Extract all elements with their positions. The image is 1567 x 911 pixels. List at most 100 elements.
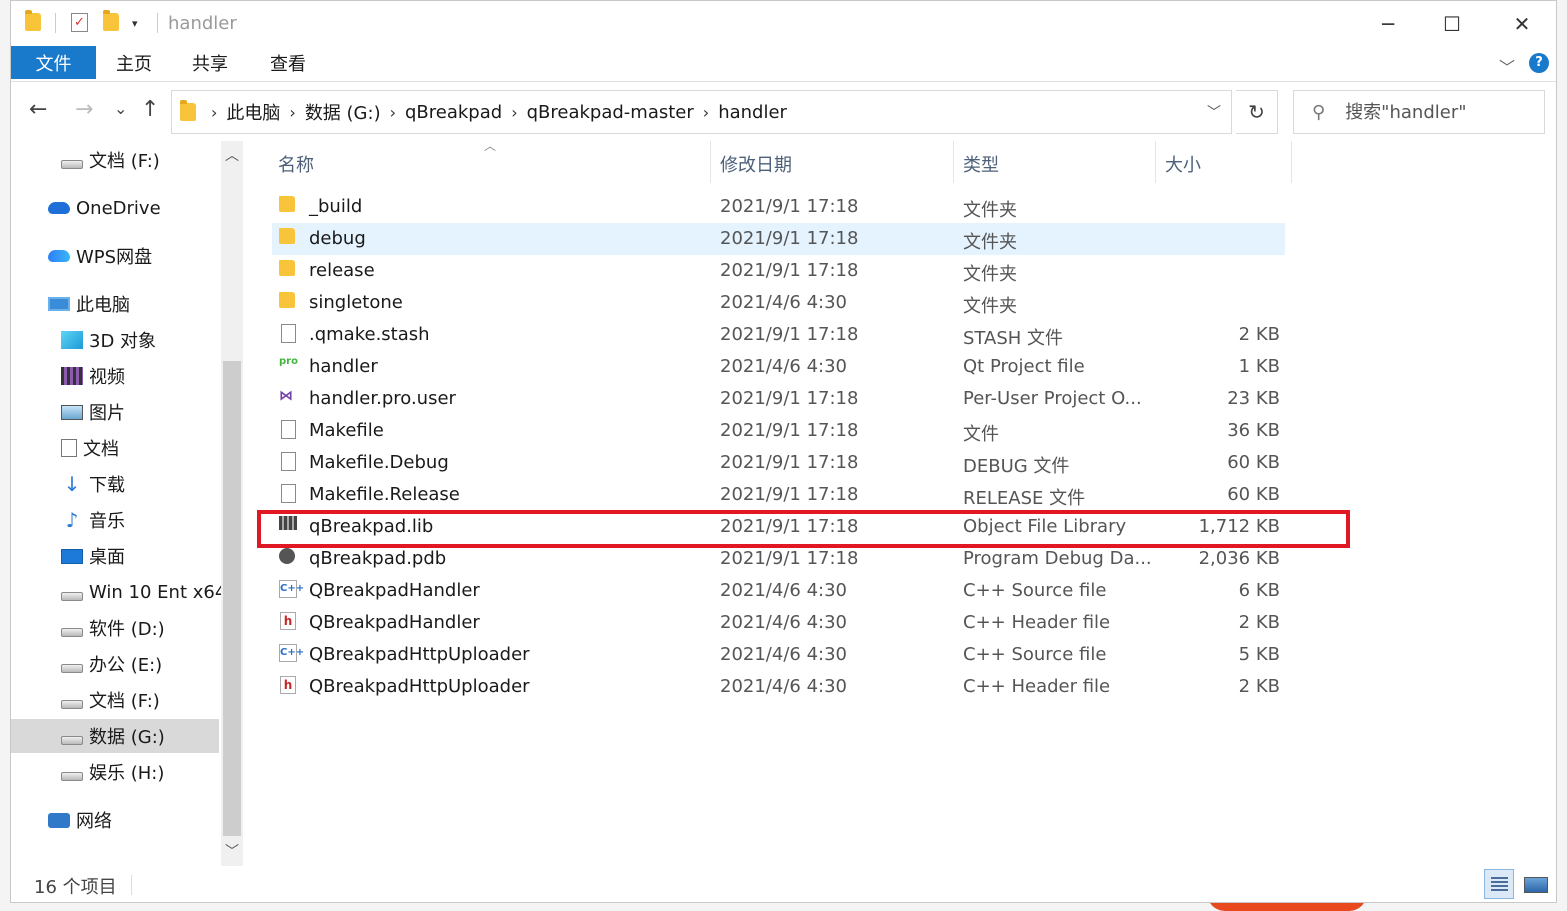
file-row[interactable]: singletone 2021/4/6 4:30 文件夹 bbox=[272, 287, 1285, 319]
annotation-highlight-box bbox=[257, 510, 1350, 548]
breadcrumb-drive-g[interactable]: 数据 (G:) bbox=[305, 99, 381, 125]
blank-file-icon bbox=[281, 484, 296, 503]
explorer-window: ✓ ▾ handler ─ ☐ ✕ 文件 主页 共享 查看 ﹀ ? ← → ⌄ … bbox=[10, 0, 1557, 903]
navigation-bar: ← → ⌄ ↑ › 此电脑 › 数据 (G:) › qBreakpad › qB… bbox=[11, 83, 1556, 139]
breadcrumb-qbreakpad[interactable]: qBreakpad bbox=[405, 102, 502, 123]
blank-file-icon bbox=[281, 420, 296, 439]
back-button[interactable]: ← bbox=[29, 97, 47, 122]
file-row[interactable]: pro handler 2021/4/6 4:30 Qt Project fil… bbox=[272, 351, 1285, 383]
column-header-date[interactable]: 修改日期 bbox=[720, 151, 792, 177]
download-icon: ↓ bbox=[63, 472, 81, 496]
column-header-type[interactable]: 类型 bbox=[963, 151, 999, 177]
maximize-button[interactable]: ☐ bbox=[1429, 7, 1475, 41]
column-header-size[interactable]: 大小 bbox=[1165, 151, 1201, 177]
scroll-up-chevron-icon[interactable]: ︿ bbox=[221, 145, 243, 167]
sidebar-item-music[interactable]: ♪ 音乐 bbox=[11, 503, 219, 537]
pdb-icon bbox=[279, 548, 295, 564]
column-divider[interactable] bbox=[1291, 141, 1292, 183]
sidebar-item-documents[interactable]: 文档 bbox=[11, 431, 219, 465]
cpp-header-icon: h bbox=[280, 612, 296, 630]
file-row[interactable]: Makefile 2021/9/1 17:18 文件 36 KB bbox=[272, 415, 1285, 447]
file-row[interactable]: ⋈ handler.pro.user 2021/9/1 17:18 Per-Us… bbox=[272, 383, 1285, 415]
item-count: 16 个项目 bbox=[34, 877, 117, 898]
recent-locations-button[interactable]: ⌄ bbox=[114, 99, 127, 118]
sidebar-item-wps[interactable]: WPS网盘 bbox=[11, 239, 219, 273]
sidebar-item-drive-g[interactable]: 数据 (G:) bbox=[11, 719, 219, 753]
sidebar-item-pictures[interactable]: 图片 bbox=[11, 395, 219, 429]
expand-ribbon-chevron-icon[interactable]: ﹀ bbox=[1499, 54, 1515, 78]
up-button[interactable]: ↑ bbox=[141, 97, 159, 122]
forward-button[interactable]: → bbox=[75, 97, 93, 122]
picture-icon bbox=[61, 404, 83, 420]
sidebar-item-drive-e[interactable]: 办公 (E:) bbox=[11, 647, 219, 681]
close-button[interactable]: ✕ bbox=[1499, 7, 1545, 41]
sidebar-item-drive-f-top[interactable]: 文档 (F:) bbox=[11, 143, 219, 177]
tab-home[interactable]: 主页 bbox=[105, 46, 163, 79]
window-title: handler bbox=[168, 13, 237, 34]
file-row[interactable]: debug 2021/9/1 17:18 文件夹 bbox=[272, 223, 1285, 255]
details-view-icon[interactable] bbox=[1484, 869, 1514, 899]
breadcrumb-qbreakpad-master[interactable]: qBreakpad-master bbox=[527, 102, 694, 123]
file-row[interactable]: h QBreakpadHttpUploader 2021/4/6 4:30 C+… bbox=[272, 671, 1285, 703]
title-divider bbox=[157, 13, 158, 33]
computer-icon bbox=[48, 297, 70, 311]
sidebar-item-drive-d[interactable]: 软件 (D:) bbox=[11, 611, 219, 645]
column-divider[interactable] bbox=[710, 141, 711, 183]
tab-file[interactable]: 文件 bbox=[11, 46, 96, 79]
search-input[interactable] bbox=[1345, 101, 1526, 123]
sidebar-item-onedrive[interactable]: OneDrive bbox=[11, 191, 219, 225]
blank-file-icon bbox=[281, 324, 296, 343]
sidebar-item-downloads[interactable]: ↓ 下载 bbox=[11, 467, 219, 501]
address-history-chevron-icon[interactable]: ﹀ bbox=[1207, 102, 1221, 122]
drive-icon bbox=[61, 735, 83, 745]
file-row[interactable]: C++ QBreakpadHttpUploader 2021/4/6 4:30 … bbox=[272, 639, 1285, 671]
file-row[interactable]: release 2021/9/1 17:18 文件夹 bbox=[272, 255, 1285, 287]
sidebar-item-drive-h[interactable]: 娱乐 (H:) bbox=[11, 755, 219, 789]
title-bar: ✓ ▾ handler ─ ☐ ✕ bbox=[11, 1, 1556, 46]
file-row[interactable]: _build 2021/9/1 17:18 文件夹 bbox=[272, 191, 1285, 223]
sidebar-item-desktop[interactable]: 桌面 bbox=[11, 539, 219, 573]
windows-drive-icon bbox=[61, 591, 83, 601]
cloud-icon bbox=[48, 202, 70, 214]
drive-icon bbox=[61, 159, 83, 169]
folder-icon[interactable] bbox=[25, 10, 43, 33]
file-row[interactable]: Makefile.Release 2021/9/1 17:18 RELEASE … bbox=[272, 479, 1285, 511]
column-header-name[interactable]: 名称 bbox=[278, 151, 314, 177]
file-row[interactable]: C++ QBreakpadHandler 2021/4/6 4:30 C++ S… bbox=[272, 575, 1285, 607]
refresh-button[interactable]: ↻ bbox=[1236, 90, 1278, 134]
file-row[interactable]: h QBreakpadHandler 2021/4/6 4:30 C++ Hea… bbox=[272, 607, 1285, 639]
cpp-source-icon: C++ bbox=[279, 644, 304, 662]
customize-toolbar-icon[interactable]: ▾ bbox=[132, 17, 150, 37]
sidebar-item-videos[interactable]: 视频 bbox=[11, 359, 219, 393]
sidebar-scrollbar[interactable]: ︿ ﹀ bbox=[221, 141, 243, 866]
sidebar-item-win10-drive[interactable]: Win 10 Ent x64 bbox=[11, 575, 226, 609]
search-box[interactable]: ⚲ bbox=[1293, 90, 1545, 134]
column-divider[interactable] bbox=[1155, 141, 1156, 183]
sidebar-item-3d-objects[interactable]: 3D 对象 bbox=[11, 323, 219, 357]
file-row[interactable]: Makefile.Debug 2021/9/1 17:18 DEBUG 文件 6… bbox=[272, 447, 1285, 479]
breadcrumb-handler[interactable]: handler bbox=[718, 102, 787, 123]
drive-icon bbox=[61, 663, 83, 673]
help-icon[interactable]: ? bbox=[1529, 53, 1549, 73]
file-list: ︿ 名称 修改日期 类型 大小 _build 2021/9/1 17:18 文件… bbox=[247, 139, 1556, 866]
tab-share[interactable]: 共享 bbox=[181, 46, 239, 79]
sidebar-item-network[interactable]: 网络 bbox=[11, 803, 219, 837]
file-row[interactable]: .qmake.stash 2021/9/1 17:18 STASH 文件 2 K… bbox=[272, 319, 1285, 351]
background-right bbox=[1557, 0, 1567, 911]
minimize-button[interactable]: ─ bbox=[1365, 7, 1411, 41]
address-bar[interactable]: › 此电脑 › 数据 (G:) › qBreakpad › qBreakpad-… bbox=[171, 90, 1232, 134]
sidebar-scroll-thumb[interactable] bbox=[223, 361, 241, 836]
cpp-source-icon: C++ bbox=[279, 580, 304, 598]
sidebar-item-drive-f[interactable]: 文档 (F:) bbox=[11, 683, 219, 717]
breadcrumb-this-pc[interactable]: 此电脑 bbox=[226, 99, 280, 125]
new-folder-icon[interactable] bbox=[103, 10, 121, 33]
tab-view[interactable]: 查看 bbox=[259, 46, 317, 79]
drive-icon bbox=[61, 699, 83, 709]
visual-studio-icon: ⋈ bbox=[279, 388, 293, 404]
properties-icon[interactable]: ✓ bbox=[71, 13, 88, 32]
column-divider[interactable] bbox=[953, 141, 954, 183]
folder-icon bbox=[279, 228, 295, 244]
scroll-down-chevron-icon[interactable]: ﹀ bbox=[221, 841, 243, 863]
large-icons-view-icon[interactable] bbox=[1520, 869, 1550, 899]
sidebar-item-this-pc[interactable]: 此电脑 bbox=[11, 287, 219, 321]
